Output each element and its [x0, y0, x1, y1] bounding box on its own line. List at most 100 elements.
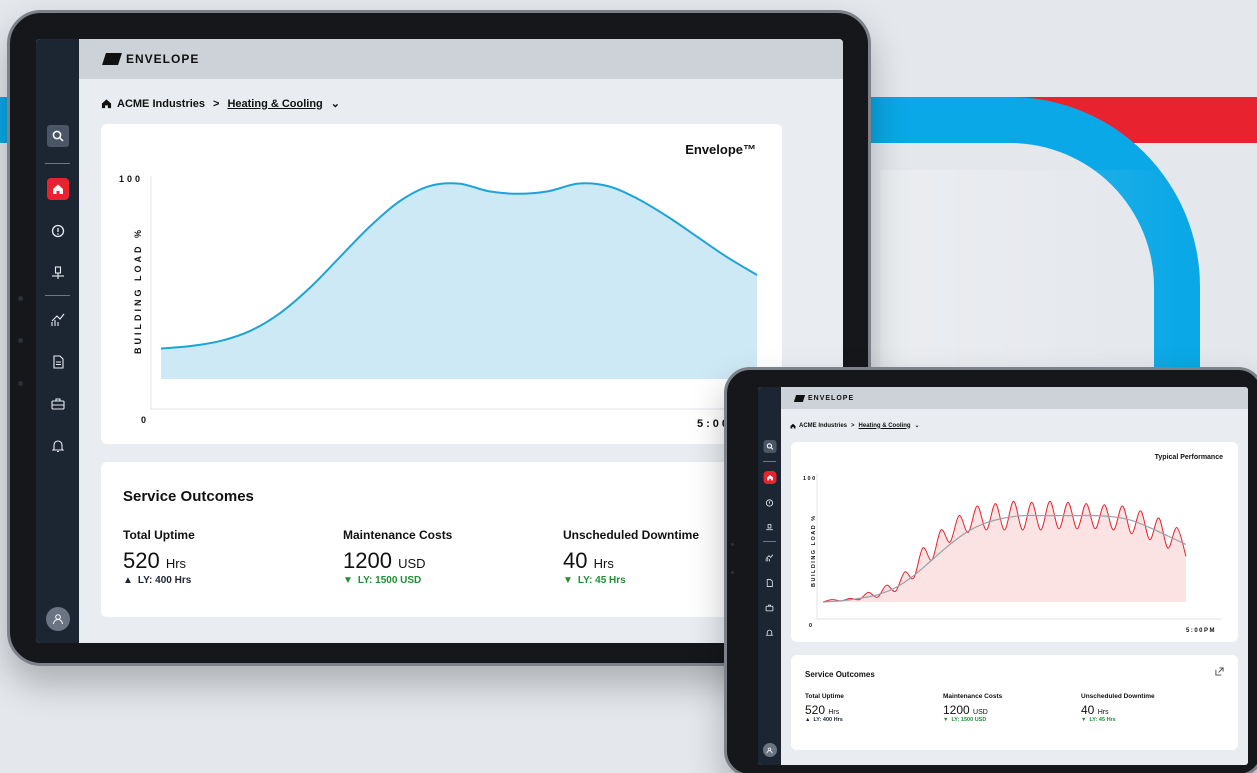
last-year-value: LY: 45 Hrs	[577, 575, 626, 586]
x-tick-label: 0	[809, 623, 812, 629]
expand-icon[interactable]	[1215, 667, 1224, 678]
metric-last-year: ▼ LY: 45 Hrs	[563, 575, 699, 586]
app-screen-large: ENVELOPE ACME Industries > Heating & Coo…	[36, 39, 843, 643]
metric-label: Maintenance Costs	[943, 693, 1003, 700]
metric-number: 1200	[943, 703, 970, 717]
metric-maintenance-costs: Maintenance Costs 1200 USD ▼ LY: 1500 USD	[943, 693, 1002, 723]
metric-label: Total Uptime	[805, 693, 844, 700]
app-screen-small: ENVELOPE ACME Industries > Heating & Coo…	[758, 387, 1248, 765]
metric-value: 40 Hrs	[1081, 703, 1155, 717]
metric-total-uptime: Total Uptime 520 Hrs ▲ LY: 400 Hrs	[805, 693, 844, 723]
brand-name: ENVELOPE	[808, 394, 855, 402]
trend-up-icon: ▲	[123, 575, 133, 586]
trend-down-icon: ▼	[1081, 717, 1087, 723]
metric-unit: USD	[973, 709, 988, 716]
x-tick-label: 0	[141, 415, 146, 425]
tablet-small: ENVELOPE ACME Industries > Heating & Coo…	[724, 367, 1257, 773]
sensor-dot	[18, 338, 23, 343]
brand-name: ENVELOPE	[126, 52, 200, 66]
user-avatar-icon[interactable]	[45, 607, 70, 631]
last-year-value: LY: 1500 USD	[951, 717, 987, 723]
service-outcomes-title: Service Outcomes	[123, 488, 254, 505]
y-tick-label: 100	[119, 174, 143, 184]
alert-icon[interactable]	[47, 220, 69, 242]
envelope-logo-icon	[793, 394, 806, 402]
x-tick-label: 5:00PM	[1186, 628, 1216, 634]
chart-area-fill	[823, 501, 1186, 602]
metric-number: 40	[1081, 703, 1095, 717]
briefcase-icon[interactable]	[47, 393, 69, 415]
home-crumb-icon[interactable]	[101, 98, 112, 109]
report-icon[interactable]	[47, 351, 69, 373]
trend-up-icon: ▲	[805, 717, 811, 723]
service-outcomes-card: Service Outcomes Total Uptime 520 Hrs ▲ LY:…	[791, 655, 1238, 750]
home-icon[interactable]	[763, 471, 776, 484]
typical-performance-chart: 100 0 5:00PM BUILDING LOAD %	[803, 474, 1221, 634]
sensor-dot	[18, 381, 23, 386]
metric-unscheduled-downtime: Unscheduled Downtime 40 Hrs ▼ LY: 45 Hrs	[563, 528, 699, 586]
breadcrumb-separator: >	[213, 97, 220, 110]
chevron-down-icon[interactable]: ⌄	[331, 97, 340, 110]
chart-card: Envelope™ 100 0 5:00 BUILDING LOAD %	[101, 124, 782, 444]
y-axis-label: BUILDING LOAD %	[133, 227, 143, 354]
equipment-icon[interactable]	[47, 262, 69, 284]
metric-unit: Hrs	[593, 556, 614, 571]
chevron-down-icon[interactable]: ⌄	[915, 422, 920, 429]
notification-icon[interactable]	[47, 435, 69, 457]
app-header: ENVELOPE	[79, 39, 843, 79]
notification-icon[interactable]	[763, 626, 776, 639]
analytics-icon[interactable]	[47, 309, 69, 331]
service-outcomes-title: Service Outcomes	[805, 670, 875, 679]
alert-icon[interactable]	[763, 496, 776, 509]
metric-number: 1200	[343, 548, 392, 573]
briefcase-icon[interactable]	[763, 601, 776, 614]
home-crumb-icon[interactable]	[790, 423, 796, 429]
y-axis-label: BUILDING LOAD %	[811, 514, 817, 587]
sidebar-divider	[44, 295, 71, 296]
metric-last-year: ▲ LY: 400 Hrs	[805, 717, 844, 723]
metric-unit: Hrs	[165, 556, 187, 571]
sidebar-divider	[762, 461, 777, 462]
metric-unscheduled-downtime: Unscheduled Downtime 40 Hrs ▼ LY: 45 Hrs	[1081, 693, 1155, 723]
metric-last-year: ▼ LY: 1500 USD	[343, 575, 452, 586]
y-tick-label: 100	[803, 476, 817, 482]
breadcrumb: ACME Industries > Heating & Cooling ⌄	[101, 97, 340, 110]
envelope-logo-icon	[102, 53, 122, 65]
last-year-value: LY: 400 Hrs	[137, 575, 192, 586]
metric-unit: Hrs	[1097, 709, 1109, 716]
metric-last-year: ▼ LY: 45 Hrs	[1081, 717, 1155, 723]
last-year-value: LY: 45 Hrs	[1089, 717, 1116, 723]
breadcrumb-company[interactable]: ACME Industries	[799, 423, 847, 429]
equipment-icon[interactable]	[763, 521, 776, 534]
breadcrumb-separator: >	[851, 422, 855, 429]
metric-value: 1200 USD	[343, 548, 452, 574]
search-icon[interactable]	[46, 125, 69, 147]
sidebar-divider	[762, 541, 777, 542]
metric-value: 40 Hrs	[563, 548, 699, 574]
app-header: ENVELOPE	[781, 387, 1248, 409]
user-avatar-icon[interactable]	[762, 743, 777, 757]
metric-unit: USD	[398, 556, 426, 571]
trend-down-icon: ▼	[343, 575, 353, 586]
metric-last-year: ▲ LY: 400 Hrs	[123, 575, 195, 586]
metric-label: Total Uptime	[123, 528, 195, 542]
metric-number: 520	[805, 703, 826, 717]
chart-area-fill	[161, 183, 757, 379]
home-icon[interactable]	[46, 178, 69, 200]
search-icon[interactable]	[763, 440, 776, 453]
metric-value: 1200 USD	[943, 703, 1002, 717]
breadcrumb-current[interactable]: Heating & Cooling	[227, 98, 322, 110]
trend-down-icon: ▼	[563, 575, 573, 586]
breadcrumb-company[interactable]: ACME Industries	[117, 98, 205, 110]
sidebar-divider	[44, 163, 71, 164]
report-icon[interactable]	[763, 576, 776, 589]
breadcrumb: ACME Industries > Heating & Cooling ⌄	[790, 422, 920, 429]
analytics-icon[interactable]	[763, 551, 776, 564]
metric-last-year: ▼ LY: 1500 USD	[943, 717, 1002, 723]
breadcrumb-current[interactable]: Heating & Cooling	[859, 423, 911, 429]
camera-dot	[731, 543, 734, 546]
metric-value: 520 Hrs	[123, 548, 195, 574]
building-load-chart: 1000 5:00BUILDING LOAD %	[119, 174, 758, 430]
metric-unit: Hrs	[828, 709, 840, 716]
service-outcomes-card: Service Outcomes Total Uptime 520 Hrs ▲ LY:…	[101, 462, 782, 617]
